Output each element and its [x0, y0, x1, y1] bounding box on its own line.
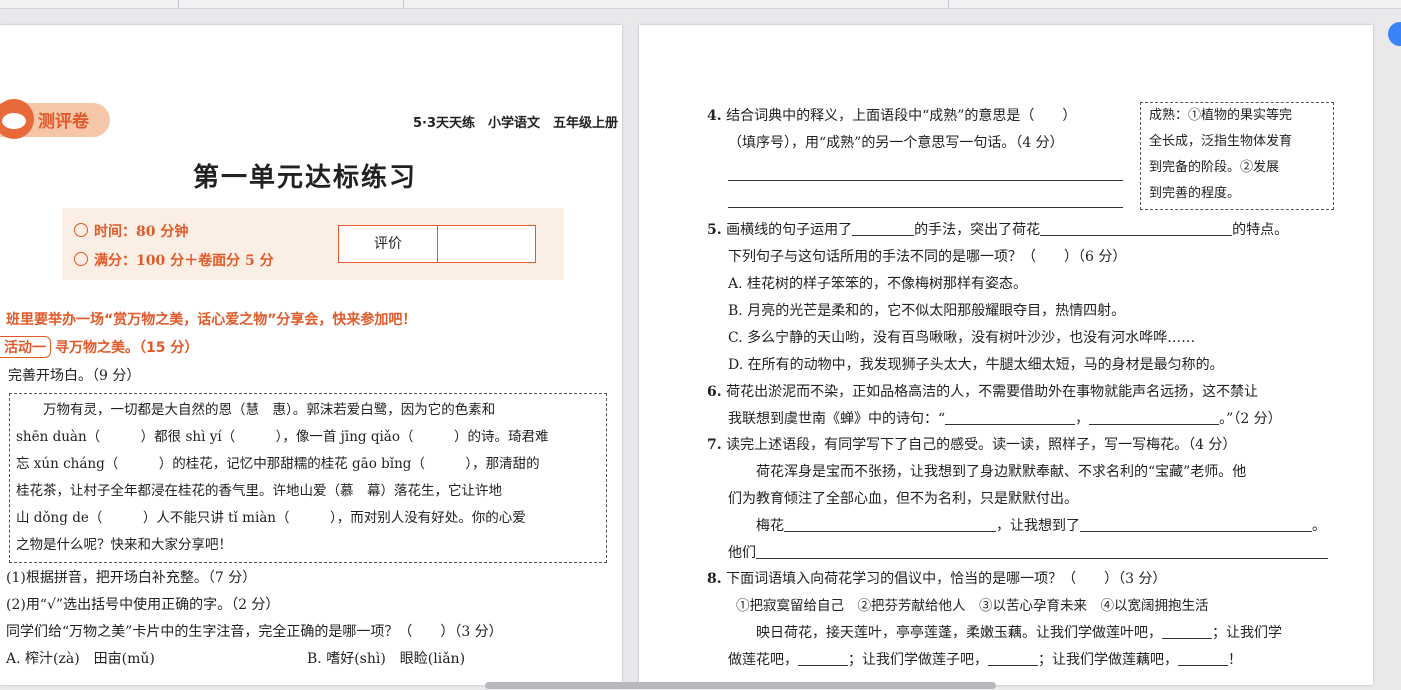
passage-line: 之物是什么呢？快来和大家分享吧！ — [16, 537, 232, 553]
passage-line: shēn duàn（ ）都很 shì yí（ ），像一首 jīng qiǎo（ … — [16, 429, 549, 445]
book-header: 5·3天天练 小学语文 五年级上册 — [412, 116, 618, 131]
sub-question-2: (2)用“√”选出括号中使用正确的字。（2 分） — [6, 597, 280, 613]
passage-line: 万物有灵，一切都是大自然的恩（慧 惠）。郭沫若爱白鹭，因为它的色素和 — [16, 402, 496, 418]
question-number: 6. — [707, 384, 722, 400]
question-number: 7. — [707, 437, 722, 453]
q8-choices: ①把寂寞留给自己 ②把芬芳献给他人 ③以苦心孕育未来 ④以宽阔拥抱生活 — [736, 598, 1209, 614]
blank — [1178, 651, 1228, 666]
q8-text: ！ — [1228, 652, 1242, 668]
question-2: 同学们给“万物之美”卡片中的生字注音，完全正确的是哪一项？（ ）（3 分） — [6, 624, 503, 640]
q6-text: 。”（2 分） — [1219, 411, 1282, 427]
q5-text: 画横线的句子运用了 — [726, 222, 853, 238]
tab-separator — [948, 0, 949, 8]
tab-separator — [178, 0, 179, 8]
badge-label: 测评卷 — [38, 112, 89, 132]
q4-line-1: 结合词典中的释义，上面语段中“成熟”的意思是（ ） — [726, 108, 1077, 124]
activity-heading: 活动一 寻万物之美。（15 分） — [0, 336, 198, 358]
dictionary-line: 全长成，泛指生物体发育 — [1149, 134, 1293, 149]
q6-text: 我联想到虞世南《蝉》中的诗句：“ — [728, 411, 946, 427]
blank — [1080, 517, 1312, 532]
q7-line-2: 荷花浑身是宝而不张扬，让我想到了身边默默奉献、不求名利的“宝藏”老师。他 — [728, 464, 1247, 480]
question-number: 5. — [707, 222, 722, 238]
option-b: B. 嗜好(shì) 眼睑(liǎn) — [307, 651, 466, 667]
q7-line-5: 他们 — [728, 543, 1328, 563]
q6-text: ， — [1075, 411, 1090, 427]
score-info: 满分：100 分＋卷面分 5 分 — [74, 250, 274, 270]
q7-text: 。 — [1312, 518, 1326, 534]
sub-question-1: (1)根据拼音，把开场白补充整。（7 分） — [6, 570, 257, 586]
question-number: 8. — [707, 571, 722, 587]
q8-line-4: 做莲花吧， ；让我们学做莲子吧， ；让我们学做莲藕吧， ！ — [728, 650, 1242, 670]
q8-text: ；让我们学做莲藕吧， — [1038, 652, 1178, 668]
q8-text: ；让我们学做莲子吧， — [848, 652, 988, 668]
blank — [1089, 410, 1220, 425]
evaluation-label: 评价 — [339, 226, 438, 262]
evaluation-box: 评价 — [338, 225, 536, 263]
answer-line — [728, 206, 1123, 208]
q8-line-3: 映日荷花，接天莲叶，亭亭莲蓬，柔嫩玉藕。让我们学做莲叶吧， ；让我们学 — [728, 623, 1282, 643]
question-8: 8. 下面词语填入向荷花学习的倡议中，恰当的是哪一项？（ ）（3 分） — [707, 569, 1166, 589]
document-page-left: 测评卷 5·3天天练 小学语文 五年级上册 第一单元达标练习 时间：80 分钟 … — [0, 25, 622, 685]
activity-text: 寻万物之美。（15 分） — [55, 340, 199, 356]
dictionary-line: 到完善的程度。 — [1149, 186, 1241, 201]
passage-line: 桂花茶，让村子全年都浸在桂花的香气里。许地山爱（慕 幕）落花生，它让许地 — [16, 483, 502, 499]
question-number: 4. — [707, 108, 722, 124]
q5-option: D. 在所有的动物中，我发现狮子头太大，牛腿太细太短，马的身材是最匀称的。 — [728, 357, 1224, 373]
blank — [798, 651, 848, 666]
question-7: 7. 读完上述语段，有同学写下了自己的感受。读一读，照样子，写一写梅花。（4 分… — [707, 435, 1236, 455]
score-label: 满分：100 分＋卷面分 5 分 — [94, 253, 274, 269]
q5-line-2: 下列句子与这句话所用的手法不同的是哪一项？（ ）（6 分） — [728, 249, 1127, 265]
blank — [756, 544, 1328, 559]
q7-text: 读完上述语段，有同学写下了自己的感受。读一读，照样子，写一写梅花。（4 分） — [726, 437, 1237, 453]
time-info: 时间：80 分钟 — [74, 221, 188, 241]
blank — [852, 221, 915, 236]
q7-text: 他们 — [728, 545, 756, 561]
q8-text: 映日荷花，接天莲叶，亭亭莲蓬，柔嫩玉藕。让我们学做莲叶吧， — [728, 625, 1162, 641]
question-5: 5. 画横线的句子运用了 的手法，突出了荷花 的特点。 — [707, 220, 1288, 240]
q5-text: 的特点。 — [1232, 222, 1289, 238]
page-title: 第一单元达标练习 — [192, 163, 417, 193]
q8-text: 做莲花吧， — [728, 652, 798, 668]
question-6: 6. 荷花出淤泥而不染，正如品格高洁的人，不需要借助外在事物就能声名远扬，这不禁… — [707, 382, 1258, 402]
blank — [1162, 624, 1212, 639]
q7-text: ，让我想到了 — [996, 518, 1080, 534]
activity-tag: 活动一 — [0, 336, 51, 358]
dictionary-line: 成熟：①植物的果实等完 — [1149, 108, 1293, 123]
tab-separator — [403, 0, 404, 8]
question-1: 完善开场白。（9 分） — [8, 368, 141, 384]
q5-text: 的手法，突出了荷花 — [914, 222, 1041, 238]
option-a: A. 榨汁(zà) 田亩(mǔ) — [6, 651, 155, 667]
q7-line-4: 梅花 ，让我想到了 。 — [756, 516, 1326, 536]
blank — [784, 517, 996, 532]
passage-line: 忘 xún cháng（ ）的桂花，记忆中那甜糯的桂花 gāo bǐng（ ），… — [16, 456, 540, 472]
q5-option: C. 多么宁静的天山哟，没有百鸟啾啾，没有树叶沙沙，也没有河水哗哗…… — [728, 330, 1196, 346]
check-circle-icon — [74, 252, 88, 266]
document-page-right: 4. 结合词典中的释义，上面语段中“成熟”的意思是（ ） （填序号），用“成熟”… — [639, 25, 1373, 685]
answer-line — [728, 179, 1123, 181]
q4-line-2: （填序号），用“成熟”的另一个意思写一句话。（4 分） — [728, 135, 1064, 151]
q6-line-2: 我联想到虞世南《蝉》中的诗句：“ ， 。”（2 分） — [728, 409, 1282, 429]
blank — [1040, 221, 1233, 236]
q7-text: 梅花 — [756, 518, 784, 534]
q5-option: A. 桂花树的样子笨笨的，不像梅树那样有姿态。 — [728, 276, 1028, 292]
blank — [988, 651, 1038, 666]
blank — [945, 410, 1076, 425]
horizontal-scrollbar[interactable] — [485, 682, 996, 689]
q8-text: ；让我们学 — [1212, 625, 1282, 641]
passage-line: 山 dǒng de（ ）人不能只讲 tǐ miàn（ ），而对别人没有好处。你的… — [16, 510, 526, 526]
q5-option: B. 月亮的光芒是柔和的，它不似太阳那般耀眼夺目，热情四射。 — [728, 303, 1126, 319]
q8-text: 下面词语填入向荷花学习的倡议中，恰当的是哪一项？（ ）（3 分） — [726, 571, 1167, 587]
q6-text: 荷花出淤泥而不染，正如品格高洁的人，不需要借助外在事物就能声名远扬，这不禁让 — [726, 384, 1259, 400]
q7-line-3: 们为教育倾注了全部心血，但不为名利，只是默默付出。 — [728, 491, 1078, 507]
question-4: 4. 结合词典中的释义，上面语段中“成熟”的意思是（ ） — [707, 106, 1076, 126]
floating-action-icon[interactable] — [1388, 22, 1401, 46]
clock-icon — [74, 223, 88, 237]
dictionary-line: 到完备的阶段。②发展 — [1149, 160, 1280, 175]
viewer-tab-strip — [0, 0, 1401, 9]
time-label: 时间：80 分钟 — [94, 224, 189, 240]
intro-heading: 班里要举办一场“赏万物之美，话心爱之物”分享会，快来参加吧！ — [6, 312, 417, 328]
